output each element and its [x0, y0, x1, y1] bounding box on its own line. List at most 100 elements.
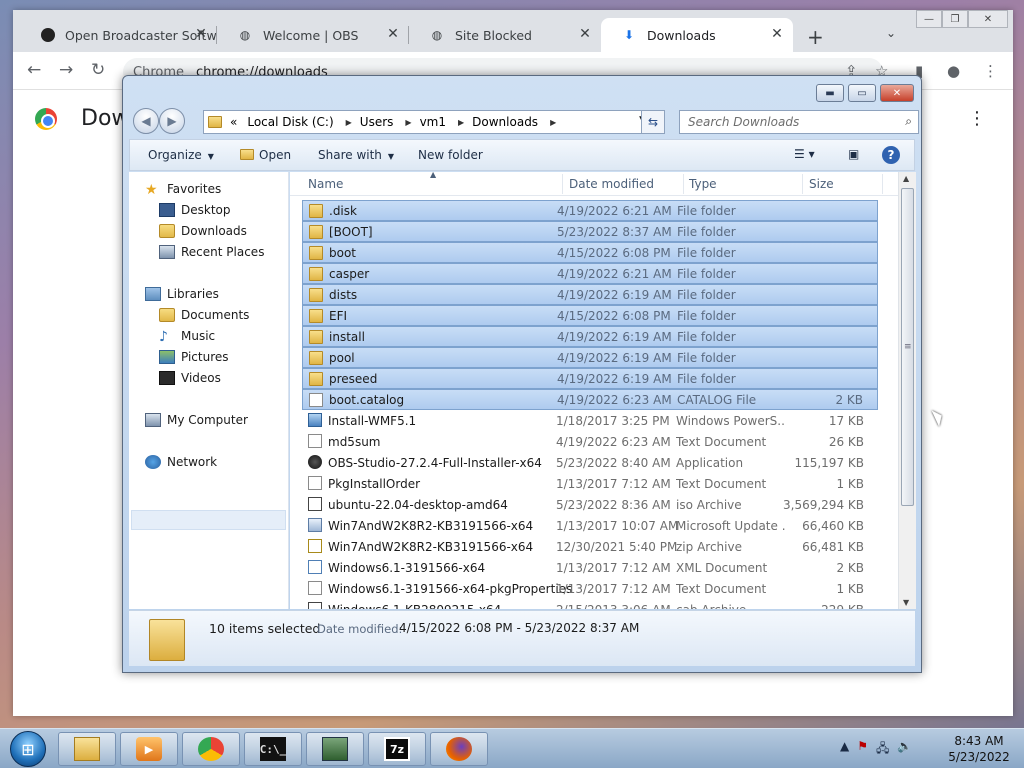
file-row[interactable]: EFI 4/15/2022 6:08 PM File folder — [302, 305, 878, 326]
nav-network[interactable]: Network — [145, 455, 217, 469]
new-tab-button[interactable]: + — [807, 25, 824, 49]
file-row[interactable]: OBS-Studio-27.2.4-Full-Installer-x64 5/23… — [302, 452, 878, 473]
breadcrumb-users[interactable]: Users — [360, 115, 394, 129]
start-button[interactable]: ⊞ — [10, 731, 46, 767]
file-row[interactable]: dists 4/19/2022 6:19 AM File folder — [302, 284, 878, 305]
profile-icon[interactable]: ● — [947, 62, 960, 80]
nav-my-computer[interactable]: My Computer — [145, 413, 248, 427]
refresh-icon[interactable]: ⇆ — [641, 110, 665, 134]
forward-icon[interactable]: → — [59, 60, 73, 80]
file-row[interactable]: pool 4/19/2022 6:19 AM File folder — [302, 347, 878, 368]
reload-icon[interactable]: ↻ — [91, 60, 105, 80]
close-window-icon[interactable]: ✕ — [880, 84, 914, 102]
preview-pane-icon[interactable]: ▣ — [848, 147, 859, 161]
breadcrumb-local-disk[interactable]: Local Disk (C:) — [247, 115, 333, 129]
file-row[interactable]: ubuntu-22.04-desktop-amd64 5/23/2022 8:36… — [302, 494, 878, 515]
share-with-button[interactable]: Share with ▼ — [318, 148, 394, 162]
nav-music[interactable]: ♪ Music — [159, 329, 215, 345]
chevron-right-icon[interactable]: ▶ — [346, 118, 352, 127]
file-row[interactable]: install 4/19/2022 6:19 AM File folder — [302, 326, 878, 347]
taskbar-media-player[interactable]: ▶ — [120, 732, 178, 766]
breadcrumb-prefix[interactable]: « — [230, 115, 237, 129]
file-row[interactable]: Windows6.1-3191566-x64-pkgProperties 1/13… — [302, 578, 878, 599]
search-icon[interactable]: ⌕ — [905, 114, 912, 129]
tab-site-blocked[interactable]: ◍ Site Blocked ✕ — [409, 18, 601, 52]
more-actions-icon[interactable]: ⋮ — [968, 108, 986, 129]
search-input[interactable]: Search Downloads ⌕ — [679, 110, 919, 134]
column-date-modified[interactable]: Date modified — [569, 177, 654, 191]
nav-desktop[interactable]: Desktop — [159, 203, 231, 217]
back-icon[interactable]: ← — [27, 60, 41, 80]
menu-kebab-icon[interactable]: ⋮ — [983, 62, 998, 80]
action-center-icon[interactable]: ⚑ — [857, 739, 868, 760]
nav-pictures[interactable]: Pictures — [159, 350, 229, 364]
nav-recent-places[interactable]: Recent Places — [159, 245, 264, 259]
scroll-down-icon[interactable]: ▼ — [903, 598, 909, 607]
tab-downloads[interactable]: ⬇ Downloads ✕ — [601, 18, 793, 52]
sevenzip-icon: 7z — [384, 737, 410, 761]
minimize-icon[interactable]: — — [916, 10, 942, 28]
tab-obs-website[interactable]: Open Broadcaster Softw ✕ — [21, 18, 217, 52]
taskbar-cmd[interactable]: C:\_ — [244, 732, 302, 766]
nav-documents[interactable]: Documents — [159, 308, 249, 322]
volume-icon[interactable]: 🔈 — [897, 739, 912, 760]
close-icon[interactable]: ✕ — [769, 26, 785, 42]
maximize-icon[interactable]: ▭ — [848, 84, 876, 102]
view-options-icon[interactable]: ☰ ▾ — [794, 147, 815, 161]
chevron-right-icon[interactable]: ▶ — [550, 118, 556, 127]
breadcrumb[interactable]: « Local Disk (C:) ▶ Users ▶ vm1 ▶ Downloads… — [203, 110, 665, 134]
file-row[interactable]: boot 4/15/2022 6:08 PM File folder — [302, 242, 878, 263]
breadcrumb-downloads[interactable]: Downloads — [472, 115, 538, 129]
tab-welcome-obs[interactable]: ◍ Welcome | OBS ✕ — [217, 18, 409, 52]
back-icon[interactable]: ◀ — [133, 108, 159, 134]
column-type[interactable]: Type — [689, 177, 717, 191]
new-folder-button[interactable]: New folder — [418, 148, 483, 162]
column-size[interactable]: Size — [809, 177, 834, 191]
tab-search-icon[interactable]: ⌄ — [886, 26, 896, 40]
close-window-icon[interactable]: ✕ — [968, 10, 1008, 28]
file-row[interactable]: .disk 4/19/2022 6:21 AM File folder — [302, 200, 878, 221]
chevron-right-icon[interactable]: ▶ — [458, 118, 464, 127]
network-tray-icon[interactable]: 🖧 — [876, 739, 889, 760]
file-row[interactable]: preseed 4/19/2022 6:19 AM File folder — [302, 368, 878, 389]
close-icon[interactable]: ✕ — [385, 26, 401, 42]
chevron-right-icon[interactable]: ▶ — [405, 118, 411, 127]
column-name[interactable]: Name — [308, 177, 343, 191]
file-date: 5/23/2022 8:37 AM — [557, 224, 672, 239]
nav-videos[interactable]: Videos — [159, 371, 221, 385]
file-row[interactable]: Win7AndW2K8R2-KB3191566-x64 1/13/2017 10:… — [302, 515, 878, 536]
vertical-scrollbar[interactable]: ▲ ≡ ▼ — [898, 172, 916, 609]
file-row[interactable]: PkgInstallOrder 1/13/2017 7:12 AM Text Doc… — [302, 473, 878, 494]
breadcrumb-vm1[interactable]: vm1 — [420, 115, 446, 129]
taskbar-chrome[interactable] — [182, 732, 240, 766]
maximize-icon[interactable]: ❐ — [942, 10, 968, 28]
help-icon[interactable]: ? — [882, 146, 900, 164]
clock[interactable]: 8:43 AM 5/23/2022 — [944, 733, 1014, 765]
nav-favorites[interactable]: ★ Favorites — [145, 182, 221, 198]
taskbar-network[interactable] — [306, 732, 364, 766]
nav-downloads[interactable]: Downloads — [159, 224, 247, 238]
pictures-icon — [159, 350, 175, 364]
text-document-icon — [308, 581, 322, 595]
chevron-up-icon[interactable]: ▲ — [840, 739, 849, 760]
taskbar-7zip[interactable]: 7z — [368, 732, 426, 766]
file-row[interactable]: casper 4/19/2022 6:21 AM File folder — [302, 263, 878, 284]
forward-icon[interactable]: ▶ — [159, 108, 185, 134]
file-row[interactable]: Windows6.1-KB2809215-x64 2/15/2013 3:06 A… — [302, 599, 878, 609]
file-row[interactable]: md5sum 4/19/2022 6:23 AM Text Document 26 K… — [302, 431, 878, 452]
scroll-up-icon[interactable]: ▲ — [903, 174, 909, 183]
minimize-icon[interactable]: ▬ — [816, 84, 844, 102]
open-button[interactable]: Open — [240, 148, 291, 162]
file-row[interactable]: [BOOT] 5/23/2022 8:37 AM File folder — [302, 221, 878, 242]
taskbar-explorer[interactable] — [58, 732, 116, 766]
nav-libraries[interactable]: Libraries — [145, 287, 219, 301]
taskbar-firefox[interactable] — [430, 732, 488, 766]
file-row[interactable]: Win7AndW2K8R2-KB3191566-x64 12/30/2021 5:… — [302, 536, 878, 557]
file-row[interactable]: Install-WMF5.1 1/18/2017 3:25 PM Windows P… — [302, 410, 878, 431]
file-row[interactable]: Windows6.1-3191566-x64 1/13/2017 7:12 AM X… — [302, 557, 878, 578]
organize-button[interactable]: Organize ▼ — [148, 148, 214, 162]
close-icon[interactable]: ✕ — [193, 26, 209, 42]
file-row[interactable]: boot.catalog 4/19/2022 6:23 AM CATALOG Fil… — [302, 389, 878, 410]
file-type: File folder — [677, 224, 736, 239]
close-icon[interactable]: ✕ — [577, 26, 593, 42]
